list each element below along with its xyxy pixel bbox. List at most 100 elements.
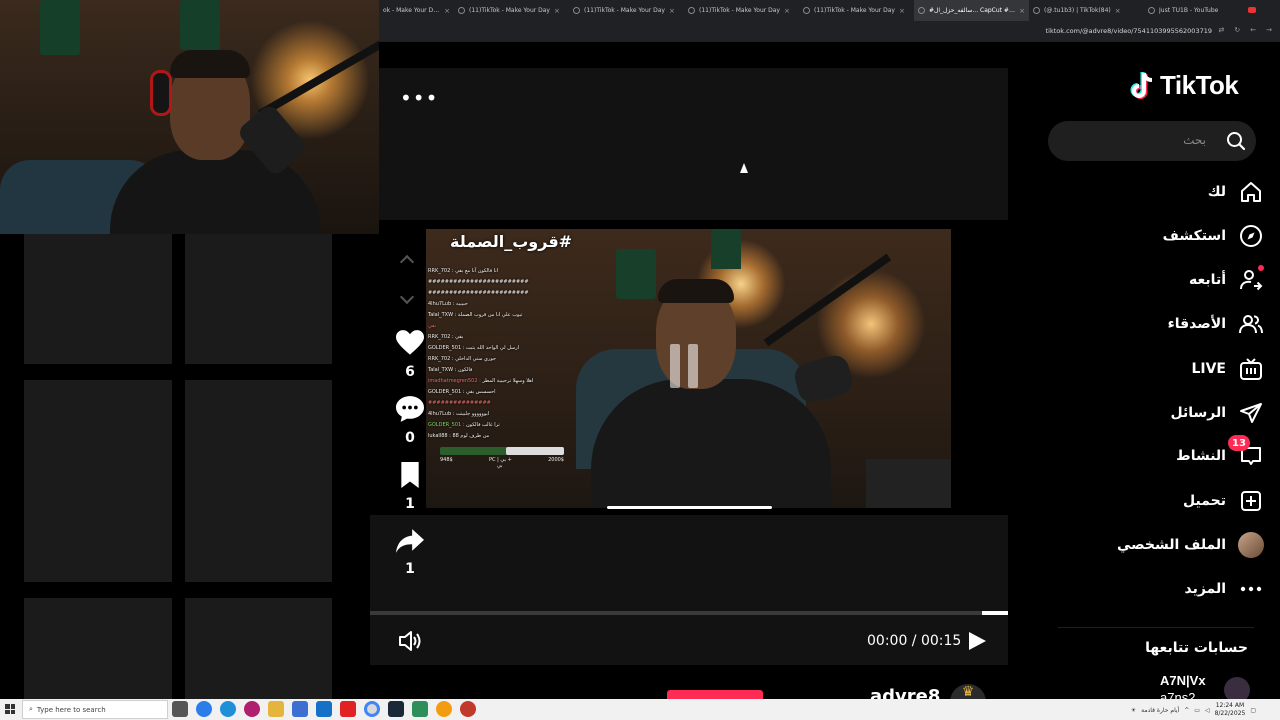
sidebar-item-following[interactable]: أتابعه [1189, 265, 1264, 295]
copilot-icon[interactable] [196, 701, 212, 717]
taskbar-apps [172, 701, 476, 717]
taskbar-clock[interactable]: 12:24 AM 8/22/2025 [1215, 702, 1246, 718]
comment-button[interactable]: 0 [394, 396, 426, 446]
video-timeline[interactable] [370, 611, 1008, 615]
browser-tab[interactable]: (11)TikTok - Make Your Day × [684, 0, 799, 21]
tab-label: (11)TikTok - Make Your Day [584, 7, 665, 14]
close-icon[interactable]: × [669, 7, 675, 15]
next-video-chevron-icon[interactable] [399, 289, 415, 305]
taskbar-search-input[interactable]: ⌕ Type here to search [22, 700, 168, 719]
windows-start-icon[interactable] [5, 704, 15, 714]
search-icon[interactable] [1226, 131, 1246, 151]
browser-tab-active[interactable]: #سالفه_حزل_ال... CapCut #c8# × [914, 0, 1029, 21]
chat-message: بقي [428, 323, 437, 329]
browser-tab[interactable]: (11)TikTok - Make Your Day × [454, 0, 569, 21]
more-options-icon[interactable]: ••• [400, 86, 438, 110]
address-bar[interactable]: tiktok.com/@advre8/video/754110399556200… [379, 21, 1280, 42]
tab-label: (11)TikTok - Make Your Day [699, 7, 780, 14]
save-button[interactable]: 1 [394, 462, 426, 512]
sidebar-item-explore[interactable]: استكشف [1163, 221, 1264, 251]
following-icon [1238, 265, 1264, 293]
profile-avatar [1238, 532, 1264, 558]
browser-tab[interactable]: ok - Make Your Day × [379, 0, 454, 21]
sidebar-item-label: الأصدقاء [1167, 316, 1226, 332]
file-explorer-icon[interactable] [268, 701, 284, 717]
sidebar-item-more[interactable]: المزيد [1185, 574, 1265, 604]
address-bar-actions: ⇄ ↻ ← → [1219, 26, 1273, 34]
browser-tab[interactable]: (@.tu1b3) | TikTok(84) × [1029, 0, 1144, 21]
video-thumbnail-placeholder[interactable] [24, 380, 172, 582]
chat-username: RRK_702 : [428, 356, 456, 362]
forward-icon[interactable]: → [1266, 26, 1272, 34]
video-thumbnail-placeholder[interactable] [185, 380, 332, 582]
activity-badge: 13 [1228, 435, 1250, 451]
chat-username: lukall88 : [428, 433, 453, 439]
following-accounts-heading: حسابات تتابعها [1145, 640, 1248, 656]
weather-text[interactable]: أيام حارة قادمة [1141, 707, 1179, 714]
previous-video-area [379, 68, 1008, 220]
store-icon[interactable] [292, 701, 308, 717]
tiktok-note-icon [1130, 71, 1153, 99]
close-icon[interactable]: × [1115, 7, 1121, 15]
browser-tab[interactable]: Just TU1B - YouTube [1144, 0, 1259, 21]
chrome-icon[interactable] [364, 701, 380, 717]
play-icon[interactable] [969, 632, 986, 650]
sidebar-item-friends[interactable]: الأصدقاء [1168, 309, 1264, 339]
share-button[interactable]: 1 [394, 529, 426, 577]
browser-tab[interactable]: (11)TikTok - Make Your Day × [569, 0, 684, 21]
search-input[interactable]: بحث [1048, 121, 1256, 161]
previous-video-chevron-icon[interactable] [399, 254, 415, 270]
notifications-icon[interactable]: ▢ [1250, 707, 1256, 714]
close-icon[interactable]: × [899, 7, 905, 15]
video-thumbnail-placeholder[interactable] [185, 598, 332, 699]
close-icon[interactable]: × [784, 7, 790, 15]
more-icon [1238, 576, 1264, 602]
task-view-icon[interactable] [172, 701, 188, 717]
chat-message: جوري ستي الداخلي [455, 356, 497, 362]
video-scrub-bar[interactable] [607, 506, 772, 509]
reload-icon[interactable]: ↻ [1234, 26, 1240, 34]
pause-icon[interactable] [670, 344, 698, 388]
video-thumbnail-placeholder[interactable] [24, 598, 172, 699]
excel-icon[interactable] [412, 701, 428, 717]
streamer-webcam [0, 0, 379, 234]
volume-icon[interactable] [398, 630, 422, 656]
sidebar-item-foryou[interactable]: لك [1208, 177, 1264, 207]
sidebar-item-label: LIVE [1191, 361, 1226, 377]
chat-line: lukall88 : من طرف لوم 88 [428, 431, 573, 442]
weather-icon[interactable]: ☀ [1131, 707, 1136, 714]
video-thumbnail-placeholder[interactable] [185, 234, 332, 364]
youtube-icon[interactable] [340, 701, 356, 717]
sidebar-item-live[interactable]: LIVE [1191, 354, 1264, 384]
opera-icon[interactable] [244, 701, 260, 717]
steam-icon[interactable] [388, 701, 404, 717]
clock-time: 12:24 AM [1215, 702, 1245, 709]
network-icon[interactable]: ▭ [1194, 707, 1200, 714]
chat-line: 4lhu7Lub : ابوووووو جلبيتت [428, 409, 573, 420]
chat-username: RRK_702 : [428, 268, 456, 274]
sidebar-item-upload[interactable]: تحميل [1183, 486, 1264, 516]
volume-icon[interactable]: ◁ [1205, 707, 1210, 714]
close-icon[interactable]: × [444, 7, 450, 15]
search-icon: ⌕ [29, 705, 33, 713]
edge-icon[interactable] [220, 701, 236, 717]
chat-username: RRK_702 : [428, 334, 456, 340]
sidebar-item-messages[interactable]: الرسائل [1170, 398, 1264, 428]
back-icon[interactable]: ← [1250, 26, 1256, 34]
like-button[interactable]: 6 [394, 330, 426, 380]
app-icon[interactable] [436, 701, 452, 717]
save-count: 1 [405, 496, 415, 512]
screen: ok - Make Your Day × (11)TikTok - Make Yo… [0, 0, 1280, 720]
sidebar-item-profile[interactable]: الملف الشخصي [1117, 530, 1264, 560]
video-thumbnail-placeholder[interactable] [24, 234, 172, 364]
tiktok-logo[interactable]: TikTok [1130, 70, 1239, 101]
close-icon[interactable]: × [554, 7, 560, 15]
outlook-icon[interactable] [316, 701, 332, 717]
tray-chevron-icon[interactable]: ^ [1184, 707, 1189, 714]
translate-icon[interactable]: ⇄ [1219, 26, 1225, 34]
sidebar-item-activity[interactable]: النشاط 13 [1176, 435, 1264, 471]
chat-message: حبيبيه [456, 301, 468, 307]
close-icon[interactable]: × [1019, 7, 1025, 15]
obs-icon[interactable] [460, 701, 476, 717]
browser-tab[interactable]: (11)TikTok - Make Your Day × [799, 0, 914, 21]
